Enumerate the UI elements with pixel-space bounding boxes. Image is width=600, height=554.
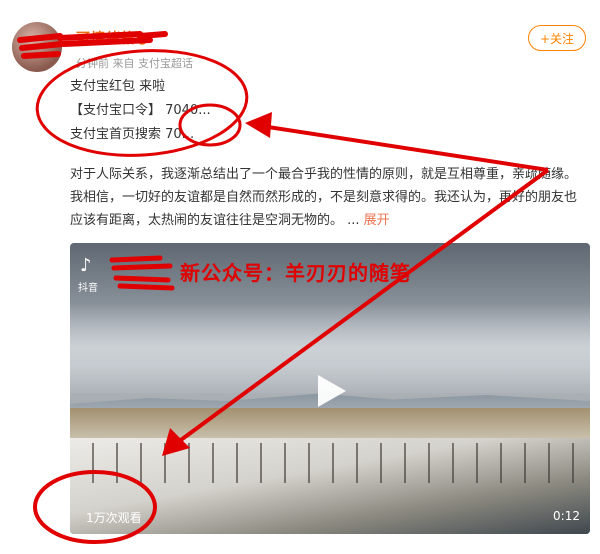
tiktok-icon: ♪	[80, 255, 92, 276]
post-meta: 分钟前 来自 支付宝超话	[76, 57, 193, 70]
arrow-head-code	[245, 112, 272, 138]
post-body-text: 对于人际关系，我逐渐总结出了一个最合乎我的性情的原则，就是互相尊重，亲疏随缘。我…	[70, 167, 578, 228]
post-line-2: 【支付宝口令】 7040...	[70, 103, 211, 118]
expand-link[interactable]: 展开	[364, 213, 390, 228]
post-body: 对于人际关系，我逐渐总结出了一个最合乎我的性情的原则，就是互相尊重，亲疏随缘。我…	[70, 163, 585, 232]
video-player[interactable]: ♪ 抖音 新公众号：羊刃刃的随笔 1万次观看 0:12	[70, 243, 590, 534]
post-line-1: 支付宝红包 来啦	[70, 79, 166, 94]
platform-name: 抖音	[78, 283, 98, 294]
follow-button[interactable]: +关注	[528, 25, 586, 51]
video-duration: 0:12	[553, 509, 580, 523]
video-fence	[70, 443, 590, 483]
video-overlay-title: 新公众号：羊刃刃的随笔	[180, 261, 411, 285]
avatar[interactable]	[12, 22, 62, 72]
post-line-3: 支付宝首页搜索 70...	[70, 127, 195, 142]
play-icon[interactable]	[310, 371, 350, 411]
view-count: 1万次观看	[86, 511, 142, 525]
username[interactable]: 可情绪格●	[76, 28, 149, 48]
